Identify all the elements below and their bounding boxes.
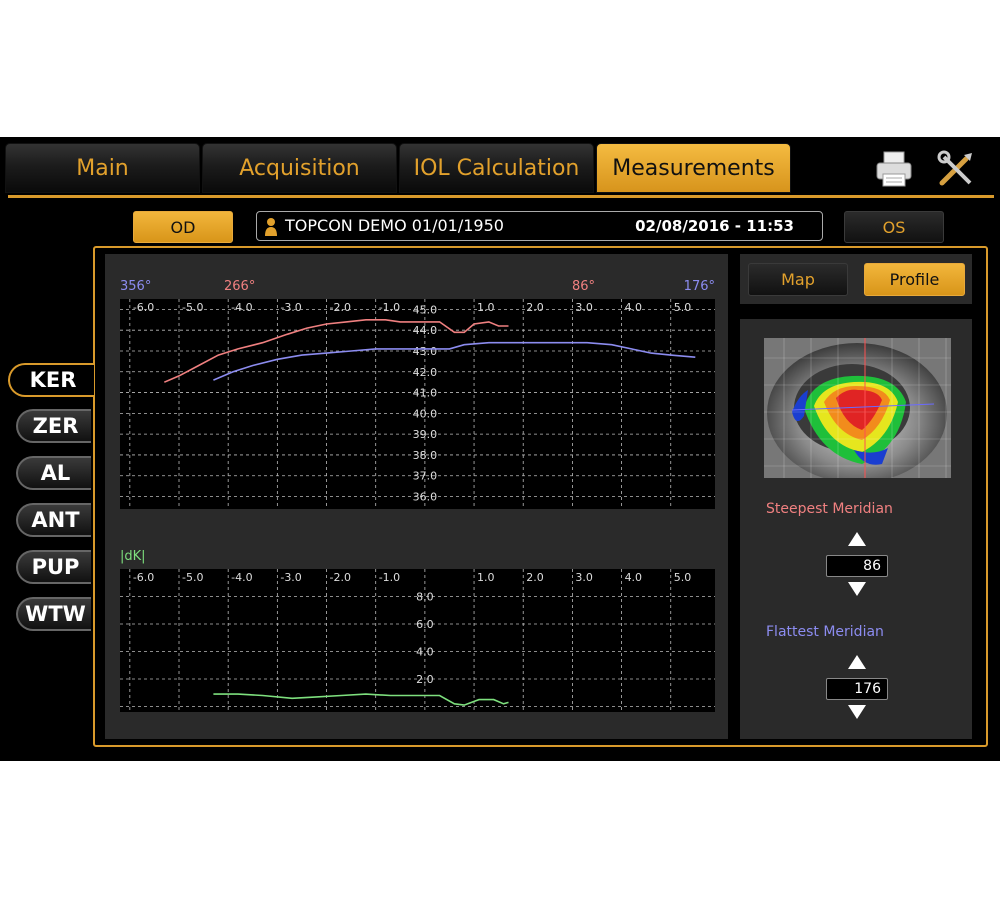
profile-charts: -6.0 -5.0 -4.0 -3.0 -2.0 -1.0 1.0 2.0 3.0 4.0 5.0 4… [120, 279, 715, 712]
y-tick-label: 4.0 [416, 646, 434, 659]
x-tick-label: 5.0 [674, 301, 692, 314]
os-button[interactable]: OS [844, 211, 944, 243]
meridian-label-2: 86° [572, 279, 595, 294]
y-tick-label: 39.0 [413, 428, 438, 441]
x-tick-label: -3.0 [280, 301, 301, 314]
y-tick-label: 40.0 [413, 407, 438, 420]
flattest-down-arrow[interactable] [848, 705, 866, 719]
x-tick-label: 4.0 [625, 571, 643, 584]
app-window: Main Acquisition IOL Calculation Measure… [0, 137, 1000, 761]
x-tick-label: -4.0 [231, 571, 252, 584]
tools-icon[interactable] [936, 149, 976, 189]
x-tick-label: -1.0 [379, 571, 400, 584]
printer-icon[interactable] [874, 149, 914, 189]
meridian-label-1: 266° [224, 279, 255, 294]
x-tick-label: -2.0 [330, 571, 351, 584]
od-button[interactable]: OD [133, 211, 233, 243]
tab-underline [8, 195, 994, 198]
x-tick-label: -6.0 [133, 571, 154, 584]
side-button-zer[interactable]: ZER [16, 409, 91, 443]
x-tick-label: -5.0 [182, 301, 203, 314]
meridian-label-0: 356° [120, 279, 151, 294]
y-tick-label: 42.0 [413, 366, 438, 379]
tab-measurements[interactable]: Measurements [596, 143, 791, 193]
steepest-down-arrow[interactable] [848, 582, 866, 596]
side-button-ker[interactable]: KER [8, 363, 94, 397]
profile-button[interactable]: Profile [864, 263, 965, 296]
y-tick-label: 41.0 [413, 387, 438, 400]
y-tick-label: 36.0 [413, 491, 438, 504]
tab-iol-calculation[interactable]: IOL Calculation [399, 143, 594, 193]
flattest-up-arrow[interactable] [848, 655, 866, 669]
tab-main[interactable]: Main [5, 143, 200, 193]
side-button-wtw[interactable]: WTW [16, 597, 91, 631]
steepest-up-arrow[interactable] [848, 532, 866, 546]
x-tick-label: -4.0 [231, 301, 252, 314]
side-button-ant[interactable]: ANT [16, 503, 91, 537]
x-tick-label: 1.0 [477, 301, 495, 314]
tab-acquisition[interactable]: Acquisition [202, 143, 397, 193]
flattest-meridian-value[interactable]: 176 [826, 678, 888, 700]
y-tick-label: 2.0 [416, 673, 434, 686]
person-icon [265, 218, 277, 236]
x-tick-label: -2.0 [330, 301, 351, 314]
x-tick-label: -1.0 [379, 301, 400, 314]
x-tick-label: 2.0 [526, 301, 544, 314]
map-button[interactable]: Map [748, 263, 848, 296]
x-tick-label: 5.0 [674, 571, 692, 584]
meridian-label-3: 176° [684, 279, 715, 294]
exam-datetime: 02/08/2016 - 11:53 [635, 217, 794, 235]
x-tick-label: 3.0 [575, 571, 593, 584]
topography-map-thumbnail[interactable] [764, 338, 951, 478]
chart-panel: -6.0 -5.0 -4.0 -3.0 -2.0 -1.0 1.0 2.0 3.0 4.0 5.0 4… [105, 254, 728, 739]
patient-bar: TOPCON DEMO 01/01/1950 02/08/2016 - 11:5… [256, 211, 823, 241]
x-tick-label: -5.0 [182, 571, 203, 584]
y-tick-label: 6.0 [416, 618, 434, 631]
x-tick-label: -3.0 [280, 571, 301, 584]
y-tick-label: 38.0 [413, 449, 438, 462]
chart-title-dk: |dK| [120, 549, 146, 564]
flattest-meridian-label: Flattest Meridian [766, 624, 884, 640]
y-tick-label: 44.0 [413, 324, 438, 337]
steepest-meridian-value[interactable]: 86 [826, 555, 888, 577]
steepest-meridian-label: Steepest Meridian [766, 501, 893, 517]
y-tick-label: 37.0 [413, 470, 438, 483]
x-tick-label: 2.0 [526, 571, 544, 584]
x-tick-label: 4.0 [625, 301, 643, 314]
x-tick-label: 3.0 [575, 301, 593, 314]
side-button-al[interactable]: AL [16, 456, 91, 490]
y-tick-label: 8.0 [416, 591, 434, 604]
x-tick-label: 1.0 [477, 571, 495, 584]
patient-name: TOPCON DEMO 01/01/1950 [285, 216, 504, 235]
x-tick-label: -6.0 [133, 301, 154, 314]
side-button-pup[interactable]: PUP [16, 550, 91, 584]
y-tick-label: 45.0 [413, 303, 438, 316]
y-tick-label: 43.0 [413, 345, 438, 358]
